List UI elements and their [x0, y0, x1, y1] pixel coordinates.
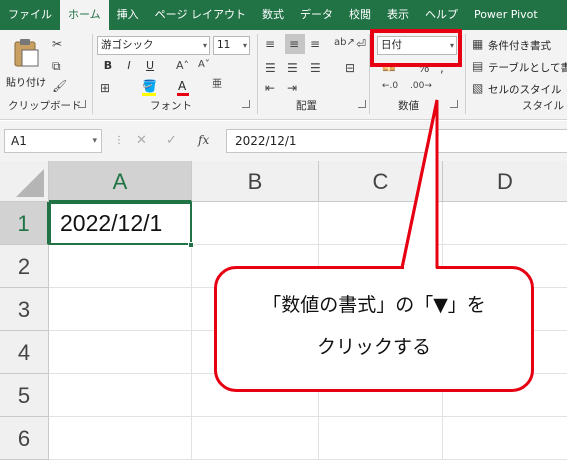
tab-file[interactable]: ファイル: [0, 0, 60, 30]
formula-value: 2022/12/1: [235, 134, 297, 148]
row-header-3[interactable]: 3: [0, 288, 49, 331]
gridline: [49, 416, 567, 417]
tab-formulas[interactable]: 数式: [254, 0, 292, 30]
decrease-decimal-icon[interactable]: .00→: [410, 82, 432, 91]
font-color-bar: [177, 93, 189, 96]
divider: [92, 34, 93, 114]
row-header-5[interactable]: 5: [0, 374, 49, 417]
row-header-6[interactable]: 6: [0, 417, 49, 460]
align-bottom-icon[interactable]: ≡: [310, 38, 320, 50]
underline-button[interactable]: U: [141, 58, 159, 74]
clipboard-icon: [14, 39, 39, 67]
paste-button[interactable]: 貼り付け: [6, 36, 46, 92]
column-header-b[interactable]: B: [192, 161, 319, 202]
grow-font-icon[interactable]: A˄: [176, 60, 189, 71]
increase-indent-icon[interactable]: ⇥: [287, 82, 297, 94]
wrap-text-icon[interactable]: ⏎: [356, 38, 366, 50]
insert-function-icon[interactable]: fx: [198, 133, 209, 147]
alignment-group-label: 配置: [296, 100, 317, 112]
instruction-text: 「数値の書式」の「▼」を クリックする: [214, 284, 534, 368]
cell-styles-button[interactable]: セルのスタイル: [488, 82, 562, 97]
format-painter-icon[interactable]: 🖌: [52, 80, 67, 92]
clipboard-group-label: クリップボード: [8, 100, 82, 112]
cut-icon[interactable]: ✂: [52, 38, 62, 50]
number-launcher-icon[interactable]: [450, 100, 458, 108]
tab-data[interactable]: データ: [292, 0, 341, 30]
more-options-icon[interactable]: ⋮: [114, 135, 124, 146]
font-name-value: 游ゴシック: [101, 39, 154, 51]
divider: [465, 34, 466, 114]
format-as-table-button[interactable]: テーブルとして書式: [488, 60, 567, 75]
column-header-d[interactable]: D: [443, 161, 567, 202]
alignment-launcher-icon[interactable]: [358, 100, 366, 108]
cell-a1-value: 2022/12/1: [60, 210, 163, 236]
enter-icon[interactable]: ✓: [166, 133, 177, 148]
fill-color-bar: [142, 93, 156, 96]
align-right-icon[interactable]: ☰: [310, 62, 321, 74]
conditional-format-button[interactable]: 条件付き書式: [488, 38, 551, 53]
border-icon[interactable]: ⊞: [100, 82, 110, 94]
tab-review[interactable]: 校閲: [341, 0, 379, 30]
select-all-corner[interactable]: [0, 161, 49, 202]
align-center-icon[interactable]: ☰: [287, 62, 298, 74]
row-header-4[interactable]: 4: [0, 331, 49, 374]
merge-center-icon[interactable]: ⊟: [345, 62, 355, 74]
number-group-label: 数値: [398, 100, 419, 112]
chevron-down-icon: ▾: [202, 41, 207, 50]
orientation-icon[interactable]: ab↗: [334, 38, 355, 48]
decrease-indent-icon[interactable]: ⇤: [265, 82, 275, 94]
bold-button[interactable]: B: [99, 58, 117, 74]
select-all-triangle-icon: [16, 169, 44, 197]
formula-bar: A1 ▾ ⋮ ✕ ✓ fx 2022/12/1: [0, 121, 567, 161]
copy-icon[interactable]: ⧉: [52, 60, 61, 72]
tab-home[interactable]: ホーム: [60, 0, 109, 30]
formula-input[interactable]: 2022/12/1: [226, 129, 567, 153]
cell-styles-icon: ▧: [472, 81, 484, 95]
font-size-value: 11: [217, 39, 231, 51]
increase-decimal-icon[interactable]: ←.0: [382, 82, 398, 91]
paste-label: 貼り付け: [6, 78, 46, 89]
align-left-icon[interactable]: ☰: [265, 62, 276, 74]
chevron-down-icon[interactable]: ▾: [92, 130, 97, 152]
instruction-line-1: 「数値の書式」の「▼」を: [262, 294, 486, 316]
row-header-2[interactable]: 2: [0, 245, 49, 288]
conditional-format-icon: ▦: [472, 37, 484, 51]
italic-button[interactable]: I: [120, 58, 138, 74]
column-header-c[interactable]: C: [319, 161, 443, 202]
font-name-combo[interactable]: 游ゴシック ▾: [97, 36, 210, 55]
cancel-icon[interactable]: ✕: [136, 133, 147, 148]
name-box-value: A1: [11, 134, 27, 148]
phonetic-icon[interactable]: 亜: [212, 80, 222, 90]
font-group-label: フォント: [150, 100, 192, 112]
tab-insert[interactable]: 挿入: [109, 0, 147, 30]
name-box[interactable]: A1 ▾: [4, 129, 102, 153]
font-launcher-icon[interactable]: [242, 100, 250, 108]
clipboard-launcher-icon[interactable]: [78, 100, 86, 108]
column-header-a[interactable]: A: [49, 161, 192, 202]
divider: [257, 34, 258, 114]
shrink-font-icon[interactable]: A˅: [198, 60, 210, 70]
tab-page-layout[interactable]: ページ レイアウト: [147, 0, 254, 30]
fill-color-icon[interactable]: 🪣: [142, 80, 157, 92]
tab-view[interactable]: 表示: [379, 0, 417, 30]
ribbon: 貼り付け ✂ ⧉ 🖌 クリップボード 游ゴシック ▾ 11 ▾ B I U A˄…: [0, 30, 567, 120]
format-table-icon: ▤: [472, 59, 484, 73]
row-header-1[interactable]: 1: [0, 202, 49, 245]
ribbon-tab-bar: ファイル ホーム 挿入 ページ レイアウト 数式 データ 校閲 表示 ヘルプ P…: [0, 0, 567, 30]
styles-group-label: スタイル: [522, 100, 564, 112]
number-format-highlight-box: [370, 29, 462, 67]
instruction-line-2: クリックする: [316, 336, 431, 358]
tab-help[interactable]: ヘルプ: [417, 0, 466, 30]
cell-a1[interactable]: 2022/12/1: [49, 202, 192, 245]
tab-power-pivot[interactable]: Power Pivot: [466, 0, 546, 30]
chevron-down-icon: ▾: [242, 41, 247, 50]
font-color-icon[interactable]: A: [178, 80, 186, 92]
fill-handle[interactable]: [188, 242, 194, 248]
align-middle-icon: ≡: [289, 37, 300, 51]
font-size-combo[interactable]: 11 ▾: [213, 36, 250, 55]
align-top-icon[interactable]: ≡: [265, 38, 275, 50]
